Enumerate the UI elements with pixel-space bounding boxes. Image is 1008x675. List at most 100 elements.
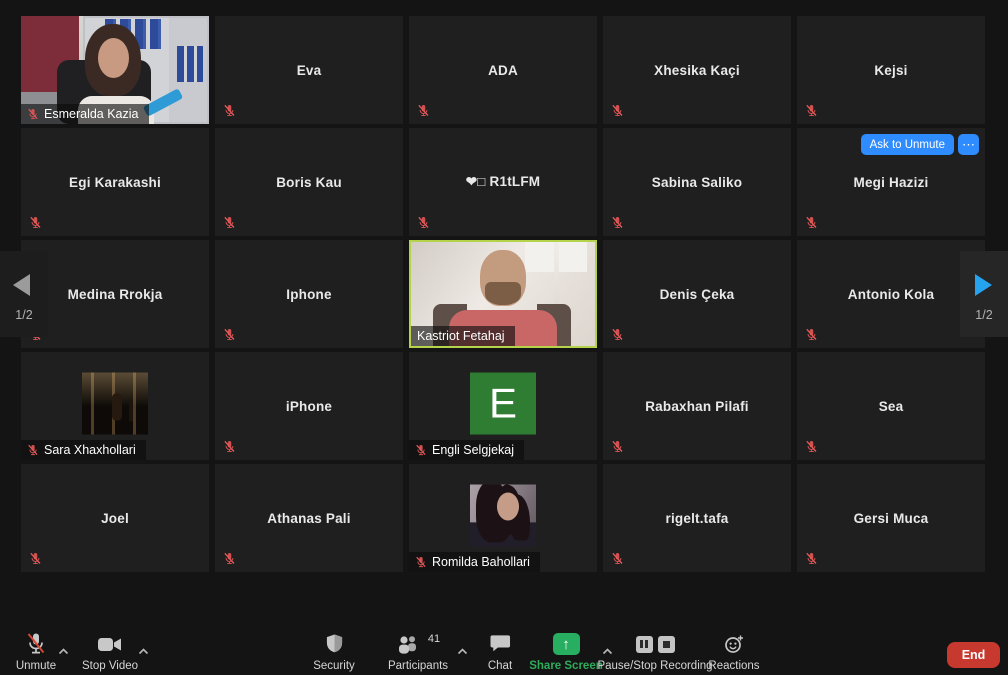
participant-tile[interactable]: Egi Karakashi xyxy=(21,128,209,236)
participant-tile[interactable]: Eva xyxy=(215,16,403,124)
muted-mic-icon xyxy=(30,552,41,565)
muted-mic-icon xyxy=(418,104,429,117)
participant-tile[interactable]: Joel xyxy=(21,464,209,572)
recording-label: Pause/Stop Recording xyxy=(597,660,713,672)
participant-avatar xyxy=(82,372,148,435)
stop-recording-icon[interactable] xyxy=(657,635,675,653)
participants-icon xyxy=(398,635,416,654)
chevron-up-icon[interactable] xyxy=(457,648,468,655)
participant-tile[interactable]: Boris Kau xyxy=(215,128,403,236)
participant-tile[interactable]: Denis Çeka xyxy=(603,240,791,348)
previous-page-nav[interactable]: 1/2 xyxy=(0,251,48,337)
chat-button[interactable]: Chat xyxy=(477,630,523,672)
pause-recording-icon[interactable] xyxy=(635,635,653,653)
muted-mic-icon xyxy=(30,216,41,229)
chat-bubble-icon xyxy=(490,635,510,652)
participants-label: Participants xyxy=(387,660,449,672)
participant-tile[interactable]: ❤□ R1tLFM xyxy=(409,128,597,236)
participant-tile[interactable]: Medina Rrokja xyxy=(21,240,209,348)
participant-tile[interactable]: rigelt.tafa xyxy=(603,464,791,572)
page-indicator: 1/2 xyxy=(975,308,993,322)
participant-name: Engli Selgjekaj xyxy=(432,443,514,457)
muted-mic-icon xyxy=(806,552,817,565)
participant-name: ADA xyxy=(488,62,518,78)
participant-name: ❤□ R1tLFM xyxy=(465,174,541,189)
muted-mic-icon xyxy=(806,104,817,117)
next-page-nav[interactable]: 1/2 xyxy=(960,251,1008,337)
previous-page-arrow-icon[interactable] xyxy=(13,274,30,296)
participant-name-label: Engli Selgjekaj xyxy=(409,440,524,460)
participant-tile[interactable]: Antonio Kola xyxy=(797,240,985,348)
meeting-toolbar: Unmute Stop Video Security 41 Participan… xyxy=(0,620,1008,675)
reactions-button[interactable]: Reactions xyxy=(706,630,762,672)
participant-tile[interactable]: Xhesika Kaçi xyxy=(603,16,791,124)
participant-name: Iphone xyxy=(286,286,332,302)
ask-to-unmute-button[interactable]: Ask to Unmute xyxy=(860,134,954,155)
chat-label: Chat xyxy=(487,660,513,672)
participant-tile[interactable]: Sara Xhaxhollari xyxy=(21,352,209,460)
stop-video-button[interactable]: Stop Video xyxy=(76,630,149,672)
participant-tile[interactable]: Iphone xyxy=(215,240,403,348)
participant-tile[interactable]: Esmeralda Kazia xyxy=(21,16,209,124)
share-screen-label: Share Screen xyxy=(529,660,603,672)
muted-mic-icon xyxy=(28,444,38,456)
participant-tile[interactable]: Rabaxhan Pilafi xyxy=(603,352,791,460)
muted-mic-icon xyxy=(28,108,38,120)
chevron-up-icon[interactable] xyxy=(138,648,149,655)
muted-mic-icon xyxy=(612,440,623,453)
security-button[interactable]: Security xyxy=(304,630,364,672)
participant-tile[interactable]: iPhone xyxy=(215,352,403,460)
host-mute-controls: Ask to Unmute ⋯ xyxy=(860,134,979,155)
participant-name: Denis Çeka xyxy=(659,286,735,302)
muted-mic-icon xyxy=(27,633,45,654)
muted-mic-icon xyxy=(418,216,429,229)
participant-tile[interactable]: Gersi Muca xyxy=(797,464,985,572)
page-indicator: 1/2 xyxy=(15,308,33,322)
next-page-arrow-icon[interactable] xyxy=(975,274,992,296)
muted-mic-icon xyxy=(806,440,817,453)
participant-tile[interactable]: Sabina Saliko xyxy=(603,128,791,236)
participant-name-label: Kastriot Fetahaj xyxy=(411,326,515,346)
chevron-up-icon[interactable] xyxy=(58,648,69,655)
participant-tile[interactable]: Sea xyxy=(797,352,985,460)
participant-name: Athanas Pali xyxy=(267,510,351,526)
participant-tile[interactable]: Romilda Bahollari xyxy=(409,464,597,572)
participant-name: Esmeralda Kazia xyxy=(44,107,139,121)
participant-name: iPhone xyxy=(285,398,333,414)
end-meeting-button[interactable]: End xyxy=(947,642,1000,668)
unmute-label: Unmute xyxy=(15,660,57,672)
participant-tile[interactable]: E Engli Selgjekaj xyxy=(409,352,597,460)
participant-tile[interactable]: Athanas Pali xyxy=(215,464,403,572)
participant-name: Sabina Saliko xyxy=(651,174,743,190)
participant-name-label: Romilda Bahollari xyxy=(409,552,540,572)
participant-tile[interactable]: Kejsi xyxy=(797,16,985,124)
participant-tile[interactable]: Kastriot Fetahaj xyxy=(409,240,597,348)
smiley-plus-icon xyxy=(725,635,743,653)
participant-tile[interactable]: Megi Hazizi Ask to Unmute ⋯ xyxy=(797,128,985,236)
participant-name: Boris Kau xyxy=(276,174,342,190)
muted-mic-icon xyxy=(224,440,235,453)
share-screen-button[interactable]: ↑ Share Screen xyxy=(524,630,613,672)
participant-name: Antonio Kola xyxy=(847,286,935,302)
participant-tile[interactable]: ADA xyxy=(409,16,597,124)
avatar-letter: E xyxy=(488,379,517,427)
participant-name: Kastriot Fetahaj xyxy=(417,329,505,343)
participant-avatar xyxy=(470,484,536,547)
pause-stop-recording-button[interactable]: Pause/Stop Recording xyxy=(597,630,713,672)
video-art xyxy=(98,38,129,78)
more-options-button[interactable]: ⋯ xyxy=(958,134,979,155)
participant-name-label: Esmeralda Kazia xyxy=(21,104,149,124)
shield-icon xyxy=(326,634,342,653)
video-art xyxy=(177,46,203,82)
muted-mic-icon xyxy=(806,328,817,341)
video-art xyxy=(485,282,521,305)
muted-mic-icon xyxy=(612,328,623,341)
participants-button[interactable]: 41 Participants xyxy=(383,630,468,672)
participants-count: 41 xyxy=(427,633,441,645)
participant-avatar: E xyxy=(470,372,536,435)
unmute-button[interactable]: Unmute xyxy=(6,630,69,672)
muted-mic-icon xyxy=(224,328,235,341)
stop-video-label: Stop Video xyxy=(81,660,139,672)
muted-mic-icon xyxy=(224,216,235,229)
muted-mic-icon xyxy=(224,552,235,565)
